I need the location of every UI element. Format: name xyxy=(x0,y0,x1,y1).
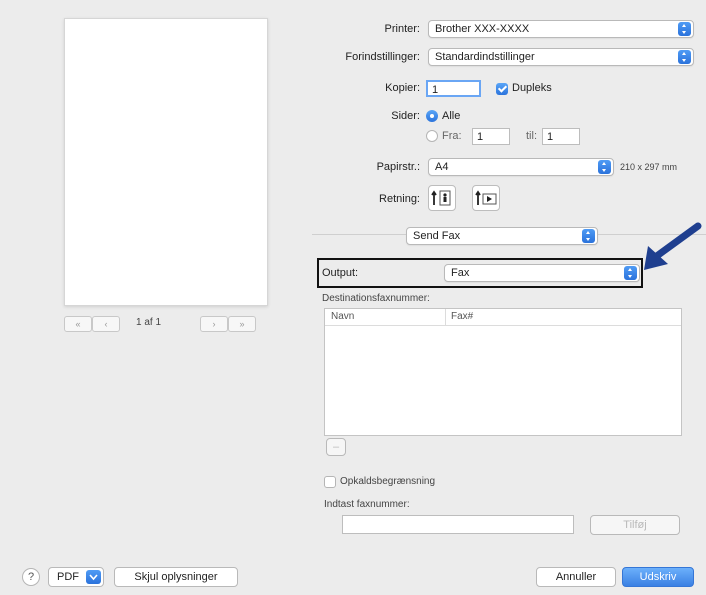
stepper-arrows-icon xyxy=(598,160,611,174)
landscape-orientation-icon xyxy=(475,190,497,205)
pages-from-value: 1 xyxy=(477,131,484,143)
first-page-button[interactable]: « xyxy=(64,316,92,332)
pages-range-radio[interactable] xyxy=(426,130,438,142)
copies-label: Kopier: xyxy=(385,82,420,94)
output-label: Output: xyxy=(322,267,359,279)
hide-details-button[interactable]: Skjul oplysninger xyxy=(114,567,238,587)
landscape-button[interactable] xyxy=(472,185,500,211)
chevron-down-icon xyxy=(86,570,101,584)
table-header: Navn Fax# xyxy=(325,309,681,326)
dial-restriction-checkbox[interactable] xyxy=(324,476,336,488)
paper-size-label: Papirstr.: xyxy=(376,161,420,173)
page-preview xyxy=(64,18,268,306)
pages-to-field[interactable]: 1 xyxy=(542,128,580,145)
paper-size-popup[interactable]: A4 xyxy=(428,158,614,176)
section-popup[interactable]: Send Fax xyxy=(406,227,598,245)
destinations-label: Destinationsfaxnummer: xyxy=(322,293,430,304)
presets-popup[interactable]: Standardindstillinger xyxy=(428,48,694,66)
printer-popup[interactable]: Brother XXX-XXXX xyxy=(428,20,694,38)
section-popup-value: Send Fax xyxy=(413,230,461,242)
output-value: Fax xyxy=(451,267,470,279)
pdf-label: PDF xyxy=(57,571,79,583)
paper-size-value: A4 xyxy=(435,161,449,173)
stepper-arrows-icon xyxy=(582,229,595,243)
orientation-label: Retning: xyxy=(379,193,420,205)
copies-field[interactable]: 1 xyxy=(426,80,481,97)
next-page-button[interactable]: › xyxy=(200,316,228,332)
presets-value: Standardindstillinger xyxy=(435,51,535,63)
page-indicator: 1 af 1 xyxy=(136,317,162,328)
pages-to-label: til: xyxy=(526,130,537,142)
pages-all-label: Alle xyxy=(442,110,461,122)
stepper-arrows-icon xyxy=(678,50,691,64)
enter-fax-field[interactable] xyxy=(342,515,574,534)
pages-label: Sider: xyxy=(391,110,420,122)
column-header-name[interactable]: Navn xyxy=(331,311,354,322)
copies-value: 1 xyxy=(432,84,439,96)
stepper-arrows-icon xyxy=(624,266,637,280)
pages-from-label: Fra: xyxy=(442,130,462,142)
pages-all-radio[interactable] xyxy=(426,110,438,122)
portrait-button[interactable] xyxy=(428,185,456,211)
paper-dimensions: 210 x 297 mm xyxy=(620,162,678,172)
previous-page-button[interactable]: ‹ xyxy=(92,316,120,332)
printer-value: Brother XXX-XXXX xyxy=(435,23,530,35)
column-header-fax[interactable]: Fax# xyxy=(451,311,473,322)
printer-label: Printer: xyxy=(384,23,420,35)
print-button[interactable]: Udskriv xyxy=(622,567,694,587)
presets-label: Forindstillinger: xyxy=(345,51,420,63)
cancel-button[interactable]: Annuller xyxy=(536,567,616,587)
help-icon[interactable]: ? xyxy=(22,568,40,586)
stepper-arrows-icon xyxy=(678,22,691,36)
destinations-table[interactable]: Navn Fax# xyxy=(324,308,682,436)
pages-from-field[interactable]: 1 xyxy=(472,128,510,145)
duplex-checkbox[interactable] xyxy=(496,83,508,95)
enter-fax-label: Indtast faxnummer: xyxy=(324,499,410,510)
pages-to-value: 1 xyxy=(547,131,554,143)
last-page-button[interactable]: » xyxy=(228,316,256,332)
add-fax-button[interactable]: Tilføj xyxy=(590,515,680,535)
dial-restriction-label: Opkaldsbegrænsning xyxy=(340,476,436,487)
column-divider xyxy=(445,309,446,325)
pdf-menu-button[interactable]: PDF xyxy=(48,567,104,587)
pointer-arrow-icon xyxy=(644,222,702,270)
output-popup[interactable]: Fax xyxy=(444,264,640,282)
duplex-label: Dupleks xyxy=(512,82,552,94)
portrait-orientation-icon xyxy=(431,190,451,206)
remove-destination-button[interactable]: – xyxy=(326,438,346,456)
